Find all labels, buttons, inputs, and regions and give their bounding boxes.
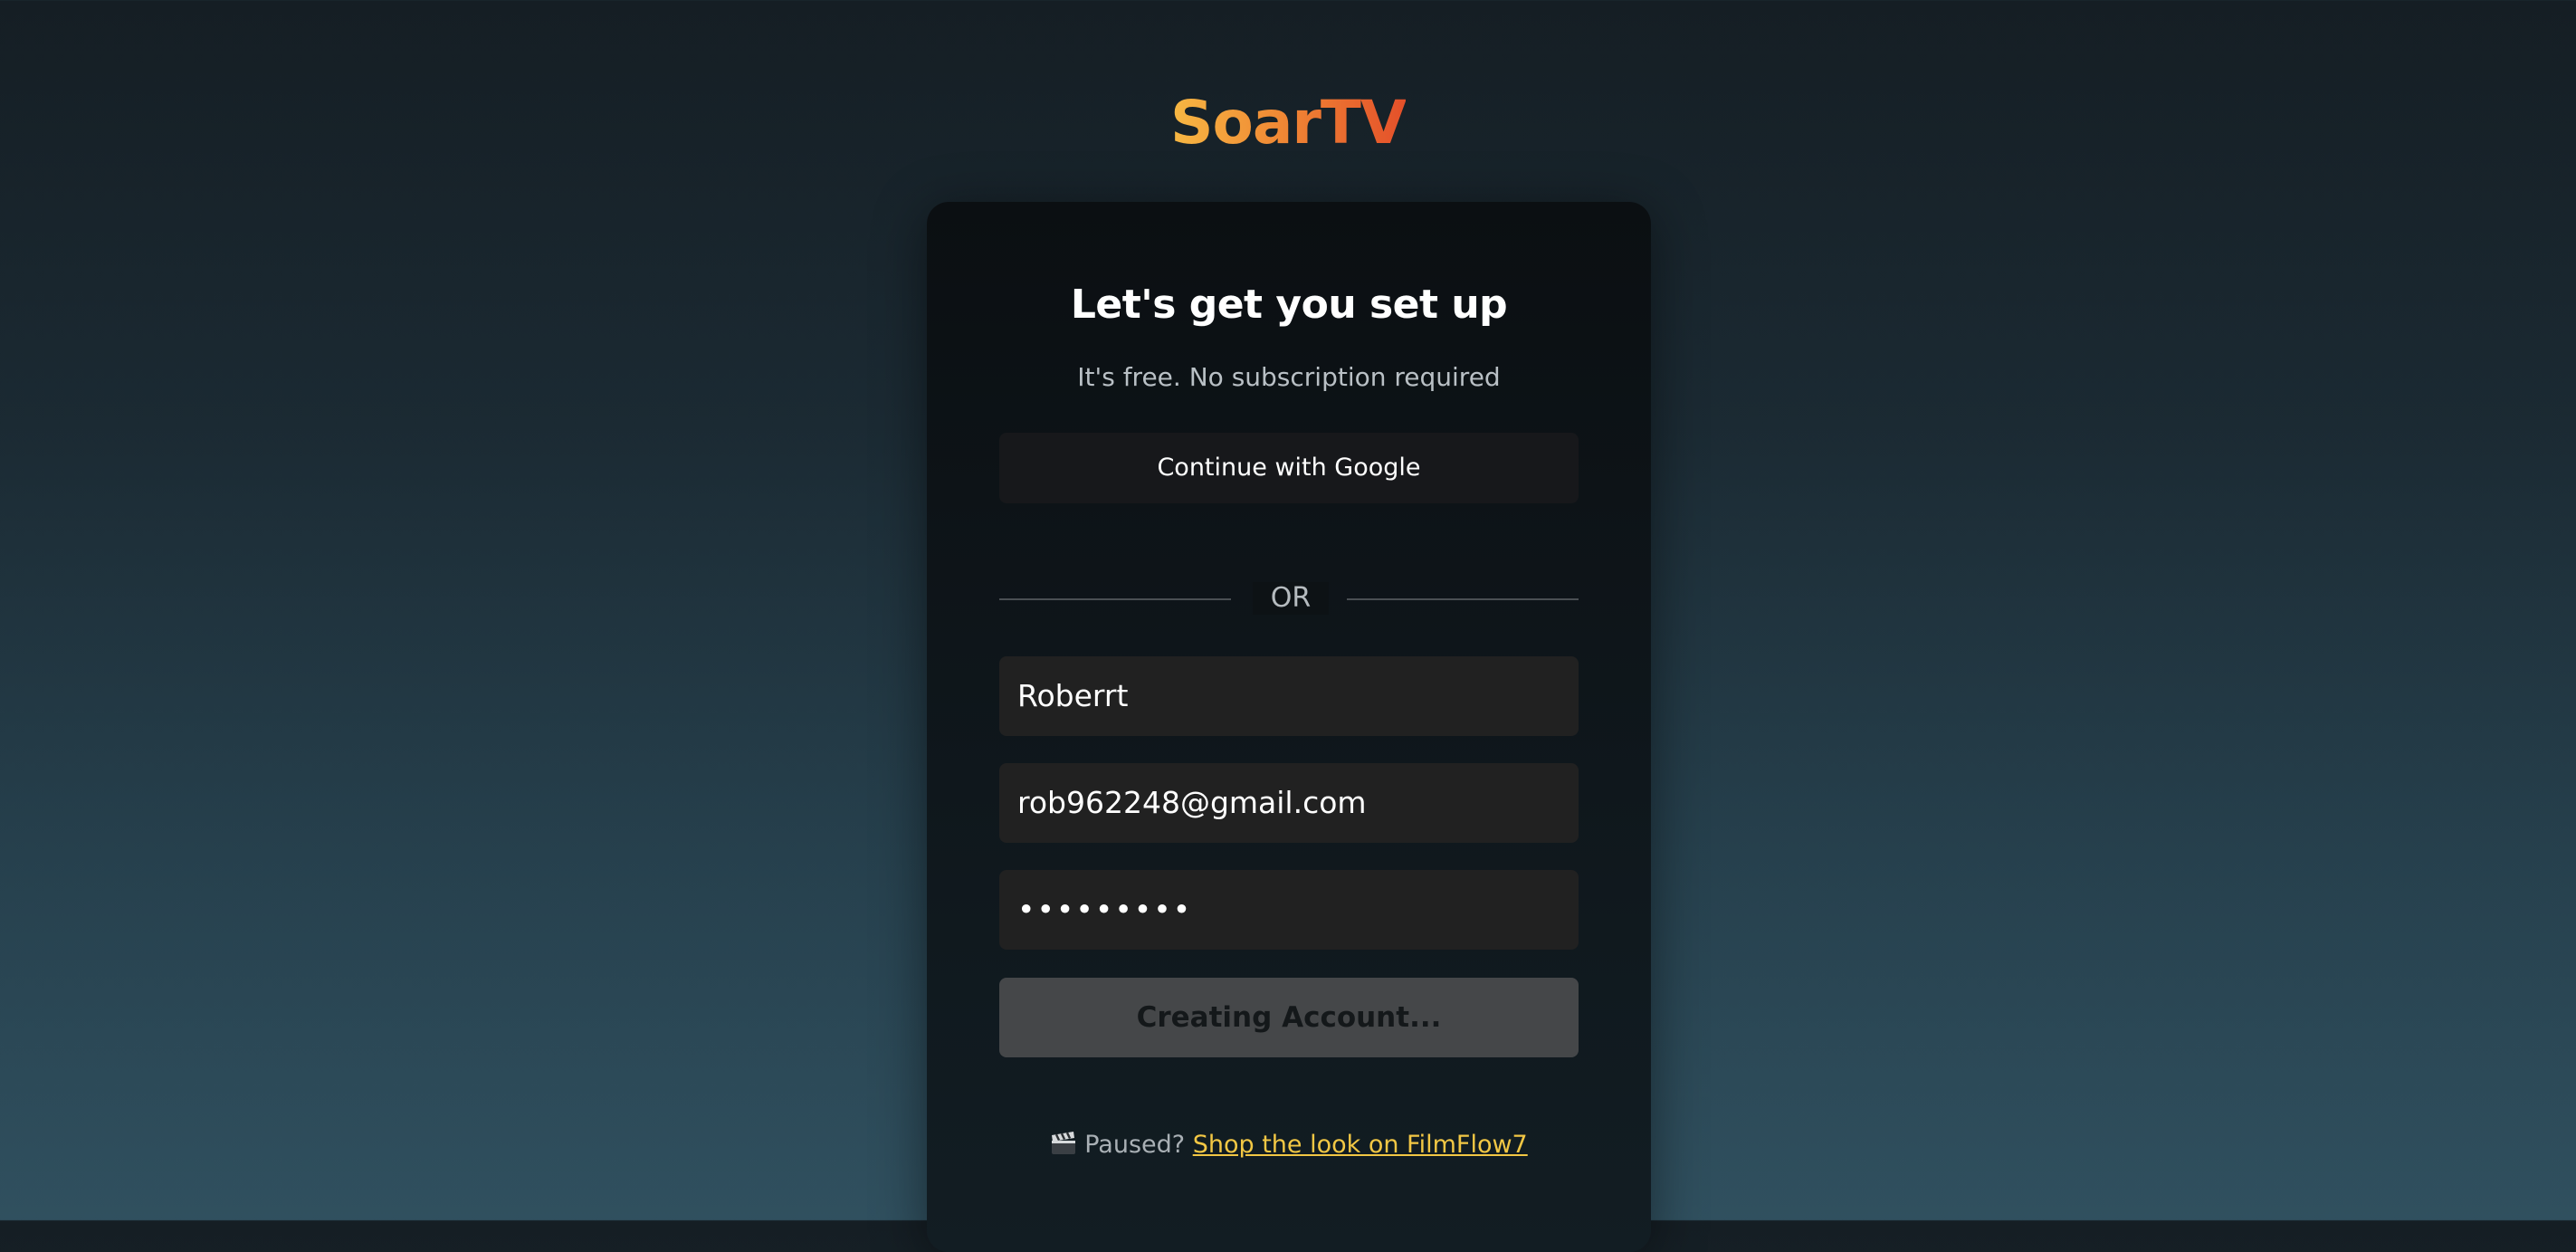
shop-filmflow-link[interactable]: Shop the look on FilmFlow7 (1193, 1131, 1528, 1159)
or-divider: OR (999, 582, 1579, 615)
brand-logo-text: SoarTV (1169, 88, 1407, 158)
promo-prefix: Paused? (1084, 1131, 1186, 1159)
name-field[interactable]: Roberrt (999, 656, 1579, 736)
create-account-button[interactable]: Creating Account... (999, 978, 1579, 1057)
divider-line-left (999, 598, 1231, 600)
brand-logo: SoarTV (0, 87, 2576, 159)
divider-line-right (1347, 598, 1579, 600)
email-field[interactable]: rob962248@gmail.com (999, 763, 1579, 843)
clapperboard-icon (1050, 1131, 1077, 1156)
signup-card: Let's get you set up It's free. No subsc… (927, 202, 1651, 1252)
password-field[interactable]: ••••••••• (999, 870, 1579, 950)
continue-with-google-button[interactable]: Continue with Google (999, 433, 1579, 503)
signup-subtitle: It's free. No subscription required (1077, 362, 1501, 392)
promo-line: Paused? Shop the look on FilmFlow7 (999, 1127, 1579, 1163)
divider-label: OR (1253, 582, 1329, 615)
signup-title: Let's get you set up (1070, 282, 1508, 328)
